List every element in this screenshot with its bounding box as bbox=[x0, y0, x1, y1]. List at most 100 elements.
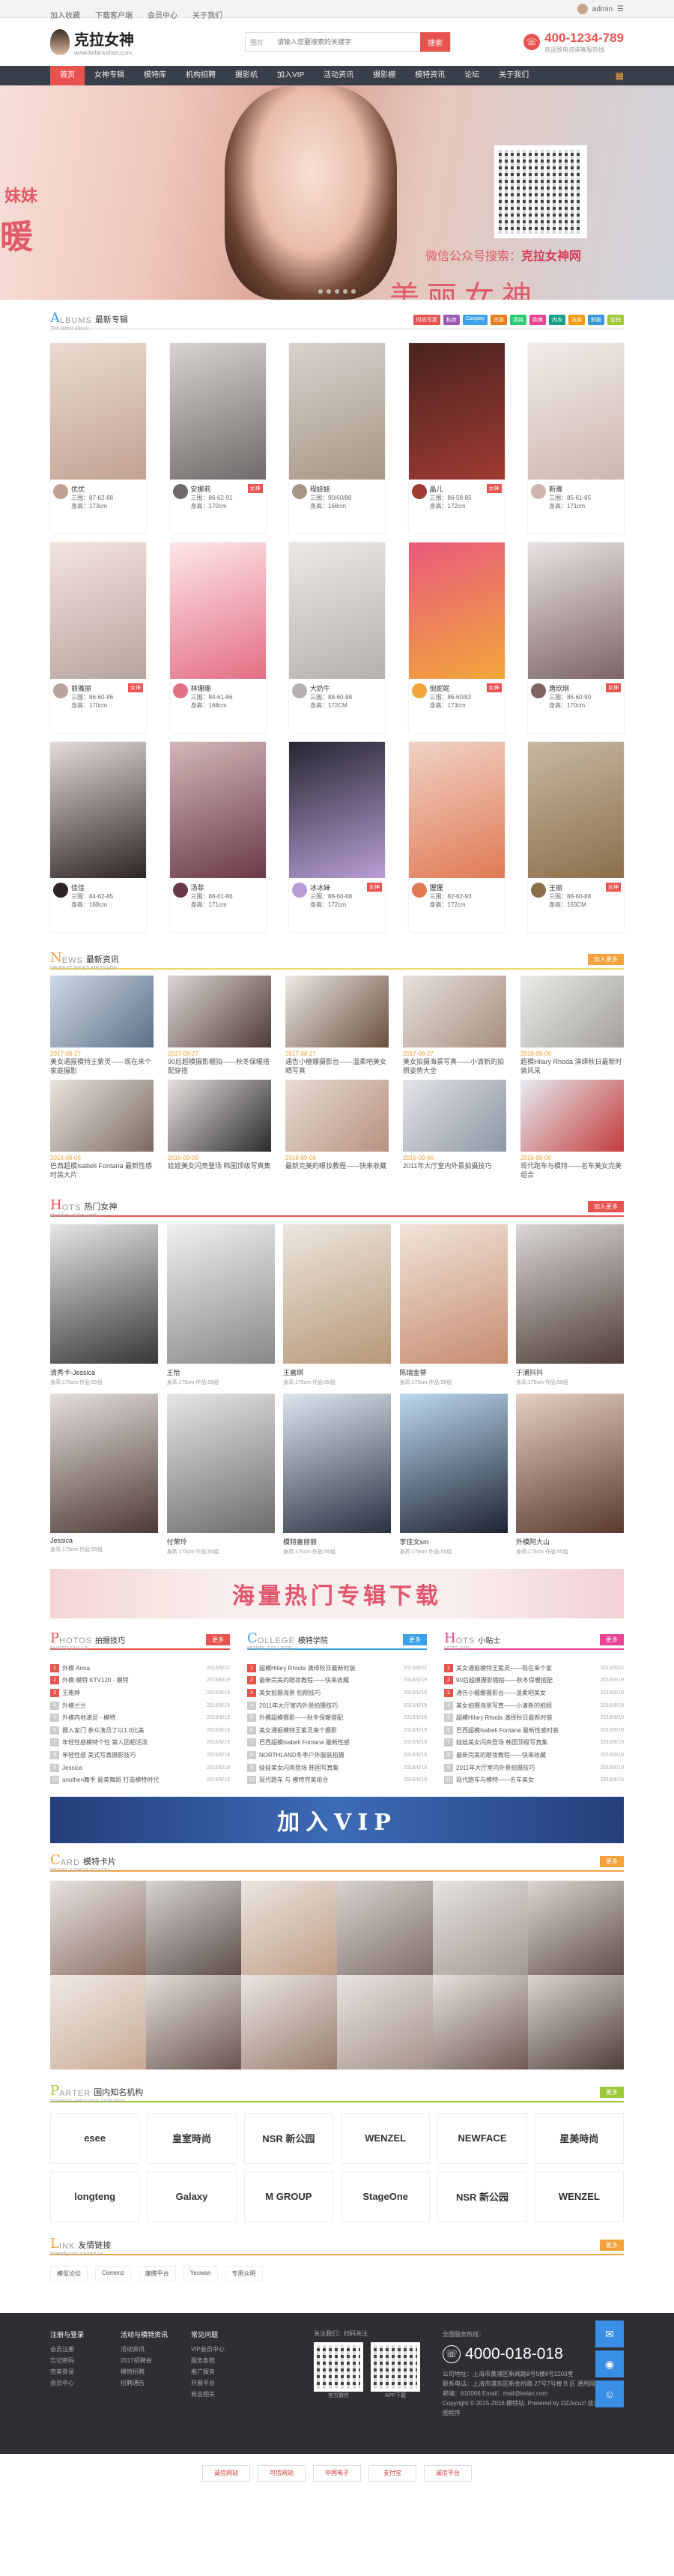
model-card-image[interactable] bbox=[145, 1974, 242, 2069]
album-card[interactable]: 倪妮妮 三围：86-60/83 身高：173cm 女神 bbox=[408, 542, 505, 733]
model-name[interactable]: 安娜莉 bbox=[191, 484, 233, 494]
hot-model-name[interactable]: 李佳文sm bbox=[400, 1537, 508, 1546]
news-image[interactable] bbox=[520, 1080, 624, 1152]
article-item[interactable]: 1 美女通报模特王紫灵——现在来个家 2016/6/22 bbox=[444, 1662, 624, 1675]
partner-logo[interactable]: NSR 新公园 bbox=[437, 2171, 527, 2222]
album-cover-image[interactable] bbox=[169, 542, 266, 679]
model-avatar[interactable] bbox=[531, 883, 546, 898]
article-title[interactable]: 巴西超模Isabeli Fontana 最新性感时装 bbox=[456, 1726, 601, 1735]
partner-logo[interactable]: M GROUP bbox=[243, 2171, 333, 2222]
news-card[interactable]: 2016-09-06 2011年大厅室内外景拍摄技巧 bbox=[403, 1080, 506, 1179]
article-title[interactable]: Jessica bbox=[62, 1765, 207, 1771]
article-item[interactable]: 10 现代跑车与模特——名车美女 2016/6/19 bbox=[444, 1774, 624, 1786]
model-avatar[interactable] bbox=[172, 683, 188, 698]
hot-model-name[interactable]: 王怡 bbox=[167, 1367, 275, 1377]
album-card[interactable]: 冰冰妹 三围：88-60-88 身高：172cm 女神 bbox=[289, 742, 385, 932]
hot-model-card[interactable]: 陈瑞金蒂 身高:175cm 作品:55组 bbox=[399, 1224, 508, 1386]
hot-model-card[interactable]: 清秀卡-Jessica 身高:175cm 作品:55组 bbox=[50, 1224, 158, 1386]
article-title[interactable]: 外模超模摄影——秋冬保暖搭配 bbox=[259, 1714, 404, 1722]
column-more-button[interactable]: 更多 bbox=[600, 1634, 624, 1645]
album-card[interactable]: 大奶牛 三围：88-60-88 身高：172CM bbox=[289, 542, 385, 733]
article-title[interactable]: 90后超模摄影棚拍——秋冬保暖搭配 bbox=[456, 1676, 601, 1684]
trust-badge[interactable]: 诚信网站 bbox=[202, 2464, 250, 2482]
news-image[interactable] bbox=[520, 976, 624, 1047]
article-title[interactable]: 2011年大厅室内外景拍摄技巧 bbox=[456, 1764, 601, 1772]
hot-model-card[interactable]: 模特嘉丽丽 身高:175cm 作品:55组 bbox=[283, 1394, 391, 1555]
nav-item[interactable]: 活动资讯 bbox=[314, 66, 363, 85]
hot-model-name[interactable]: 清秀卡-Jessica bbox=[50, 1367, 158, 1377]
album-cover-image[interactable] bbox=[50, 542, 146, 679]
article-item[interactable]: 7 年轻性感模特个性 第人团相活泼 2016/6/19 bbox=[50, 1737, 230, 1750]
footer-link[interactable]: 开展平台 bbox=[191, 2377, 261, 2389]
hot-model-image[interactable] bbox=[283, 1394, 391, 1533]
trust-badge[interactable]: 可信网站 bbox=[258, 2464, 306, 2482]
album-card[interactable]: 丽雅丽 三围：86-60-86 身高：170cm 女神 bbox=[50, 542, 146, 733]
partner-more-button[interactable]: 更多 bbox=[600, 2086, 624, 2098]
album-card[interactable]: 晶儿 三围：86-58-85 身高：172cm 女神 bbox=[408, 343, 505, 533]
album-cover-image[interactable] bbox=[528, 542, 624, 679]
news-title[interactable]: 巴西超模Isabeli Fontana 最新性感时装大片 bbox=[50, 1161, 154, 1179]
hot-model-card[interactable]: 王怡 身高:175cm 作品:55组 bbox=[166, 1224, 275, 1386]
article-title[interactable]: 外模兰兰 bbox=[62, 1702, 207, 1710]
hot-model-name[interactable]: Jessica bbox=[50, 1537, 158, 1544]
album-tag[interactable]: 街拍 bbox=[607, 315, 624, 325]
news-title[interactable]: 现代跑车与模特——名车美女完美组合 bbox=[520, 1161, 624, 1179]
friend-link[interactable]: 模型论坛 bbox=[50, 2265, 88, 2282]
album-card[interactable]: 王丽 三围：88-60-88 身高：163CM 女神 bbox=[528, 742, 624, 932]
article-title[interactable]: 通告小檀娜摄影台——温柔吧美女 bbox=[456, 1689, 601, 1697]
menu-icon[interactable]: ☰ bbox=[617, 5, 624, 13]
model-avatar[interactable] bbox=[53, 484, 68, 499]
news-image[interactable] bbox=[50, 1080, 154, 1152]
model-avatar[interactable] bbox=[292, 683, 307, 698]
model-card-image[interactable] bbox=[50, 1880, 146, 1975]
model-name[interactable]: 林珊珊 bbox=[191, 683, 233, 693]
article-title[interactable]: 美女拍摄海景写真——小清新的拍照 bbox=[456, 1702, 601, 1710]
news-title[interactable]: 2011年大厅室内外景拍摄技巧 bbox=[403, 1161, 506, 1179]
article-item[interactable]: 5 超模Hilary Rhoda 演绎秋日最新时装 2016/6/19 bbox=[444, 1711, 624, 1724]
logo[interactable]: 克拉女神 www.kelanvshen.com bbox=[50, 28, 200, 56]
trust-badge[interactable]: 支付宝 bbox=[368, 2464, 416, 2482]
chat-icon[interactable]: ✉ bbox=[595, 2320, 624, 2347]
partner-logo[interactable]: Galaxy bbox=[147, 2171, 237, 2222]
footer-link[interactable]: 模特招聘 bbox=[121, 2366, 191, 2377]
hot-model-image[interactable] bbox=[516, 1224, 624, 1364]
nav-item[interactable]: 女神专辑 bbox=[85, 66, 134, 85]
article-item[interactable]: 4 外模兰兰 2016/6/19 bbox=[50, 1699, 230, 1712]
article-title[interactable]: 美女通报模特王紫灵来个摄影 bbox=[259, 1726, 404, 1735]
column-more-button[interactable]: 更多 bbox=[206, 1634, 230, 1645]
album-cover-image[interactable] bbox=[50, 742, 146, 878]
article-title[interactable]: 娃娃美女闪亮登场 韩国顶级写真集 bbox=[456, 1738, 601, 1747]
footer-link[interactable]: 完美登录 bbox=[50, 2366, 121, 2377]
article-item[interactable]: 2 最新完美的眼妆教程——快来收藏 2016/6/19 bbox=[247, 1675, 427, 1687]
model-card-image[interactable] bbox=[241, 1974, 337, 2069]
album-tag[interactable]: Cosplay bbox=[462, 315, 488, 325]
model-avatar[interactable] bbox=[172, 883, 188, 898]
news-title[interactable]: 超模Hilary Rhoda 演绎秋日最新时装风采 bbox=[520, 1057, 624, 1075]
article-item[interactable]: 7 巴西超模Isabeli Fontana 最新性感 2016/6/19 bbox=[247, 1737, 427, 1750]
news-card[interactable]: 2016-09-06 现代跑车与模特——名车美女完美组合 bbox=[520, 1080, 624, 1179]
friend-link[interactable]: 专用众明 bbox=[225, 2265, 263, 2282]
news-card[interactable]: 2017-08-27 美女通报模特王紫灵——现在来个家庭摄影 bbox=[50, 976, 154, 1075]
article-item[interactable]: 6 巴西超模Isabeli Fontana 最新性感时装 2016/6/19 bbox=[444, 1724, 624, 1737]
article-title[interactable]: 美女拍摄海景 拍照技巧 bbox=[259, 1689, 404, 1697]
model-avatar[interactable] bbox=[411, 484, 427, 499]
album-cover-image[interactable] bbox=[528, 343, 624, 480]
grid-menu-icon[interactable]: ▦ bbox=[616, 70, 624, 81]
article-title[interactable]: 最新完美的眼妆教程——快来收藏 bbox=[456, 1751, 601, 1759]
footer-link[interactable]: 服务条款 bbox=[191, 2355, 261, 2366]
nav-item[interactable]: 模特资讯 bbox=[405, 66, 455, 85]
model-avatar[interactable] bbox=[53, 683, 68, 698]
hot-model-name[interactable]: 陈瑞金蒂 bbox=[400, 1367, 508, 1377]
article-title[interactable]: 外模内地演员 - 模特 bbox=[62, 1714, 207, 1722]
column-more-button[interactable]: 更多 bbox=[403, 1634, 427, 1645]
model-avatar[interactable] bbox=[53, 883, 68, 898]
news-image[interactable] bbox=[168, 1080, 271, 1152]
album-tag[interactable]: 时尚写真 bbox=[413, 315, 440, 325]
nav-item[interactable]: 关于我们 bbox=[489, 66, 538, 85]
article-title[interactable]: 现代跑车与模特——名车美女 bbox=[456, 1776, 601, 1784]
news-card[interactable]: 2016-09-06 最新完美的眼妆教程——快来收藏 bbox=[285, 1080, 389, 1179]
news-card[interactable]: 2017-08-27 通告小檀娜摄影台——温柔吧美女晒写真 bbox=[285, 976, 389, 1075]
album-tag[interactable]: 内衣 bbox=[549, 315, 565, 325]
news-more-button[interactable]: 加入更多 bbox=[588, 954, 624, 965]
news-title[interactable]: 美女拍摄海景写真——小清新的拍照姿势大全 bbox=[403, 1057, 506, 1075]
